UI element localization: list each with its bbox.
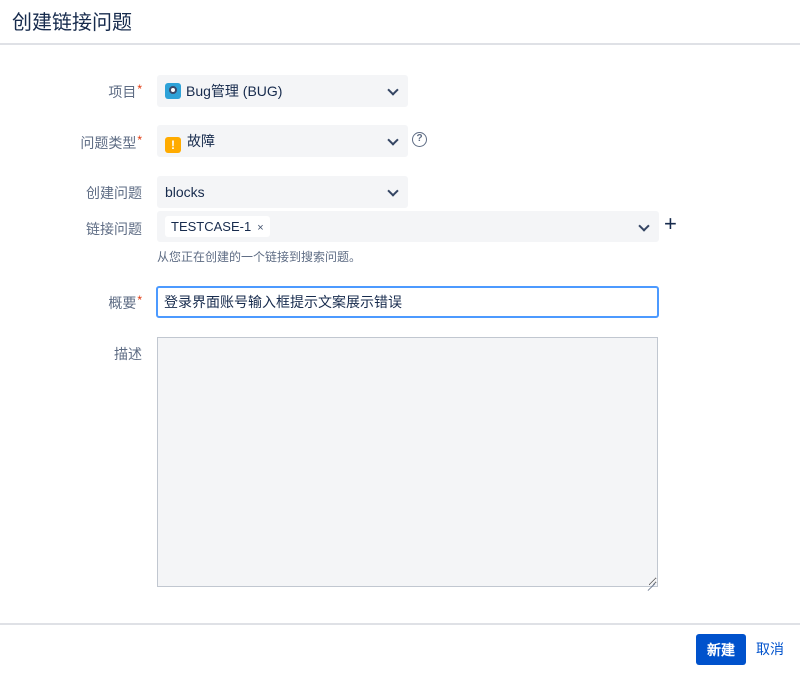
linked-issue-hint: 从您正在创建的一个链接到搜索问题。: [157, 248, 361, 265]
project-value: Bug管理 (BUG): [186, 83, 282, 99]
project-avatar-icon: [165, 83, 181, 99]
summary-input[interactable]: [156, 286, 659, 318]
cancel-button[interactable]: 取消: [752, 634, 788, 665]
link-type-value: blocks: [165, 178, 205, 206]
chevron-down-icon: [387, 84, 398, 95]
project-select[interactable]: Bug管理 (BUG): [157, 75, 408, 107]
issue-type-value: 故障: [187, 133, 215, 149]
issue-type-select[interactable]: ! 故障: [157, 125, 408, 157]
bug-warning-icon: !: [165, 137, 181, 153]
linked-issue-picker[interactable]: TESTCASE-1 ×: [157, 211, 659, 242]
chip-remove-icon[interactable]: ×: [257, 222, 263, 234]
dialog-header: 创建链接问题: [0, 0, 800, 45]
dialog-footer: [0, 623, 800, 673]
resize-handle-icon[interactable]: [646, 575, 656, 585]
issue-chip-key: TESTCASE-1: [171, 219, 251, 234]
issue-chip: TESTCASE-1 ×: [165, 216, 270, 237]
help-circle-icon[interactable]: ?: [412, 132, 427, 147]
chevron-down-icon: [387, 134, 398, 145]
summary-label: 概要*: [108, 293, 142, 313]
chevron-down-icon: [387, 185, 398, 196]
required-marker: *: [137, 82, 142, 96]
required-marker: *: [137, 133, 142, 147]
create-button[interactable]: 新建: [696, 634, 746, 665]
create-issue-label: 创建问题: [86, 183, 142, 203]
project-label: 项目*: [108, 82, 142, 102]
issue-type-label: 问题类型*: [80, 133, 142, 153]
dialog-title: 创建链接问题: [12, 6, 132, 35]
required-marker: *: [137, 293, 142, 307]
plus-icon[interactable]: +: [664, 213, 677, 235]
link-type-select[interactable]: blocks: [157, 176, 408, 208]
description-label: 描述: [114, 344, 142, 364]
description-textarea[interactable]: [157, 337, 658, 587]
chevron-down-icon: [638, 220, 649, 231]
linked-issue-label: 链接问题: [86, 219, 142, 239]
